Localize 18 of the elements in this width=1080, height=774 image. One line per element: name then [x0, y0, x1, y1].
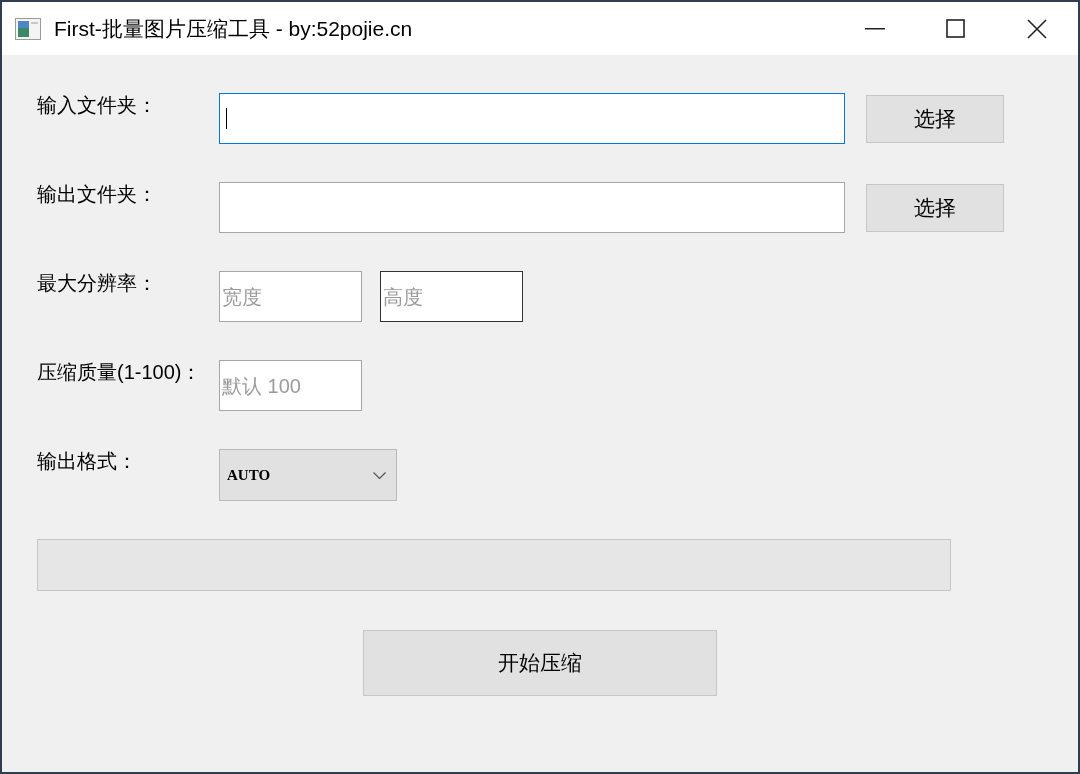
field-label: 输入文件夹：: [37, 93, 158, 118]
app-window-icon: [15, 17, 41, 40]
maximize-icon: [946, 19, 965, 38]
field-label: 输出文件夹：: [37, 182, 158, 207]
field-label: 输出格式：: [37, 449, 138, 474]
minimize-icon: [864, 27, 885, 30]
field-label: 压缩质量(1-100)：: [37, 360, 203, 385]
field-label: 最大分辨率：: [37, 271, 158, 296]
choose-button[interactable]: 选择: [866, 184, 1004, 232]
folder-path-field[interactable]: [219, 93, 845, 144]
close-icon: [1027, 18, 1047, 39]
start-compress-button[interactable]: 开始压缩: [363, 630, 717, 696]
text-cursor-icon: [226, 108, 227, 129]
folder-path-field[interactable]: [219, 182, 845, 233]
chevron-down-icon: [373, 471, 386, 479]
format-dropdown[interactable]: AUTO: [219, 449, 397, 501]
window-title: First-批量图片压缩工具 - by:52pojie.cn: [54, 15, 413, 42]
choose-button[interactable]: 选择: [866, 95, 1004, 143]
